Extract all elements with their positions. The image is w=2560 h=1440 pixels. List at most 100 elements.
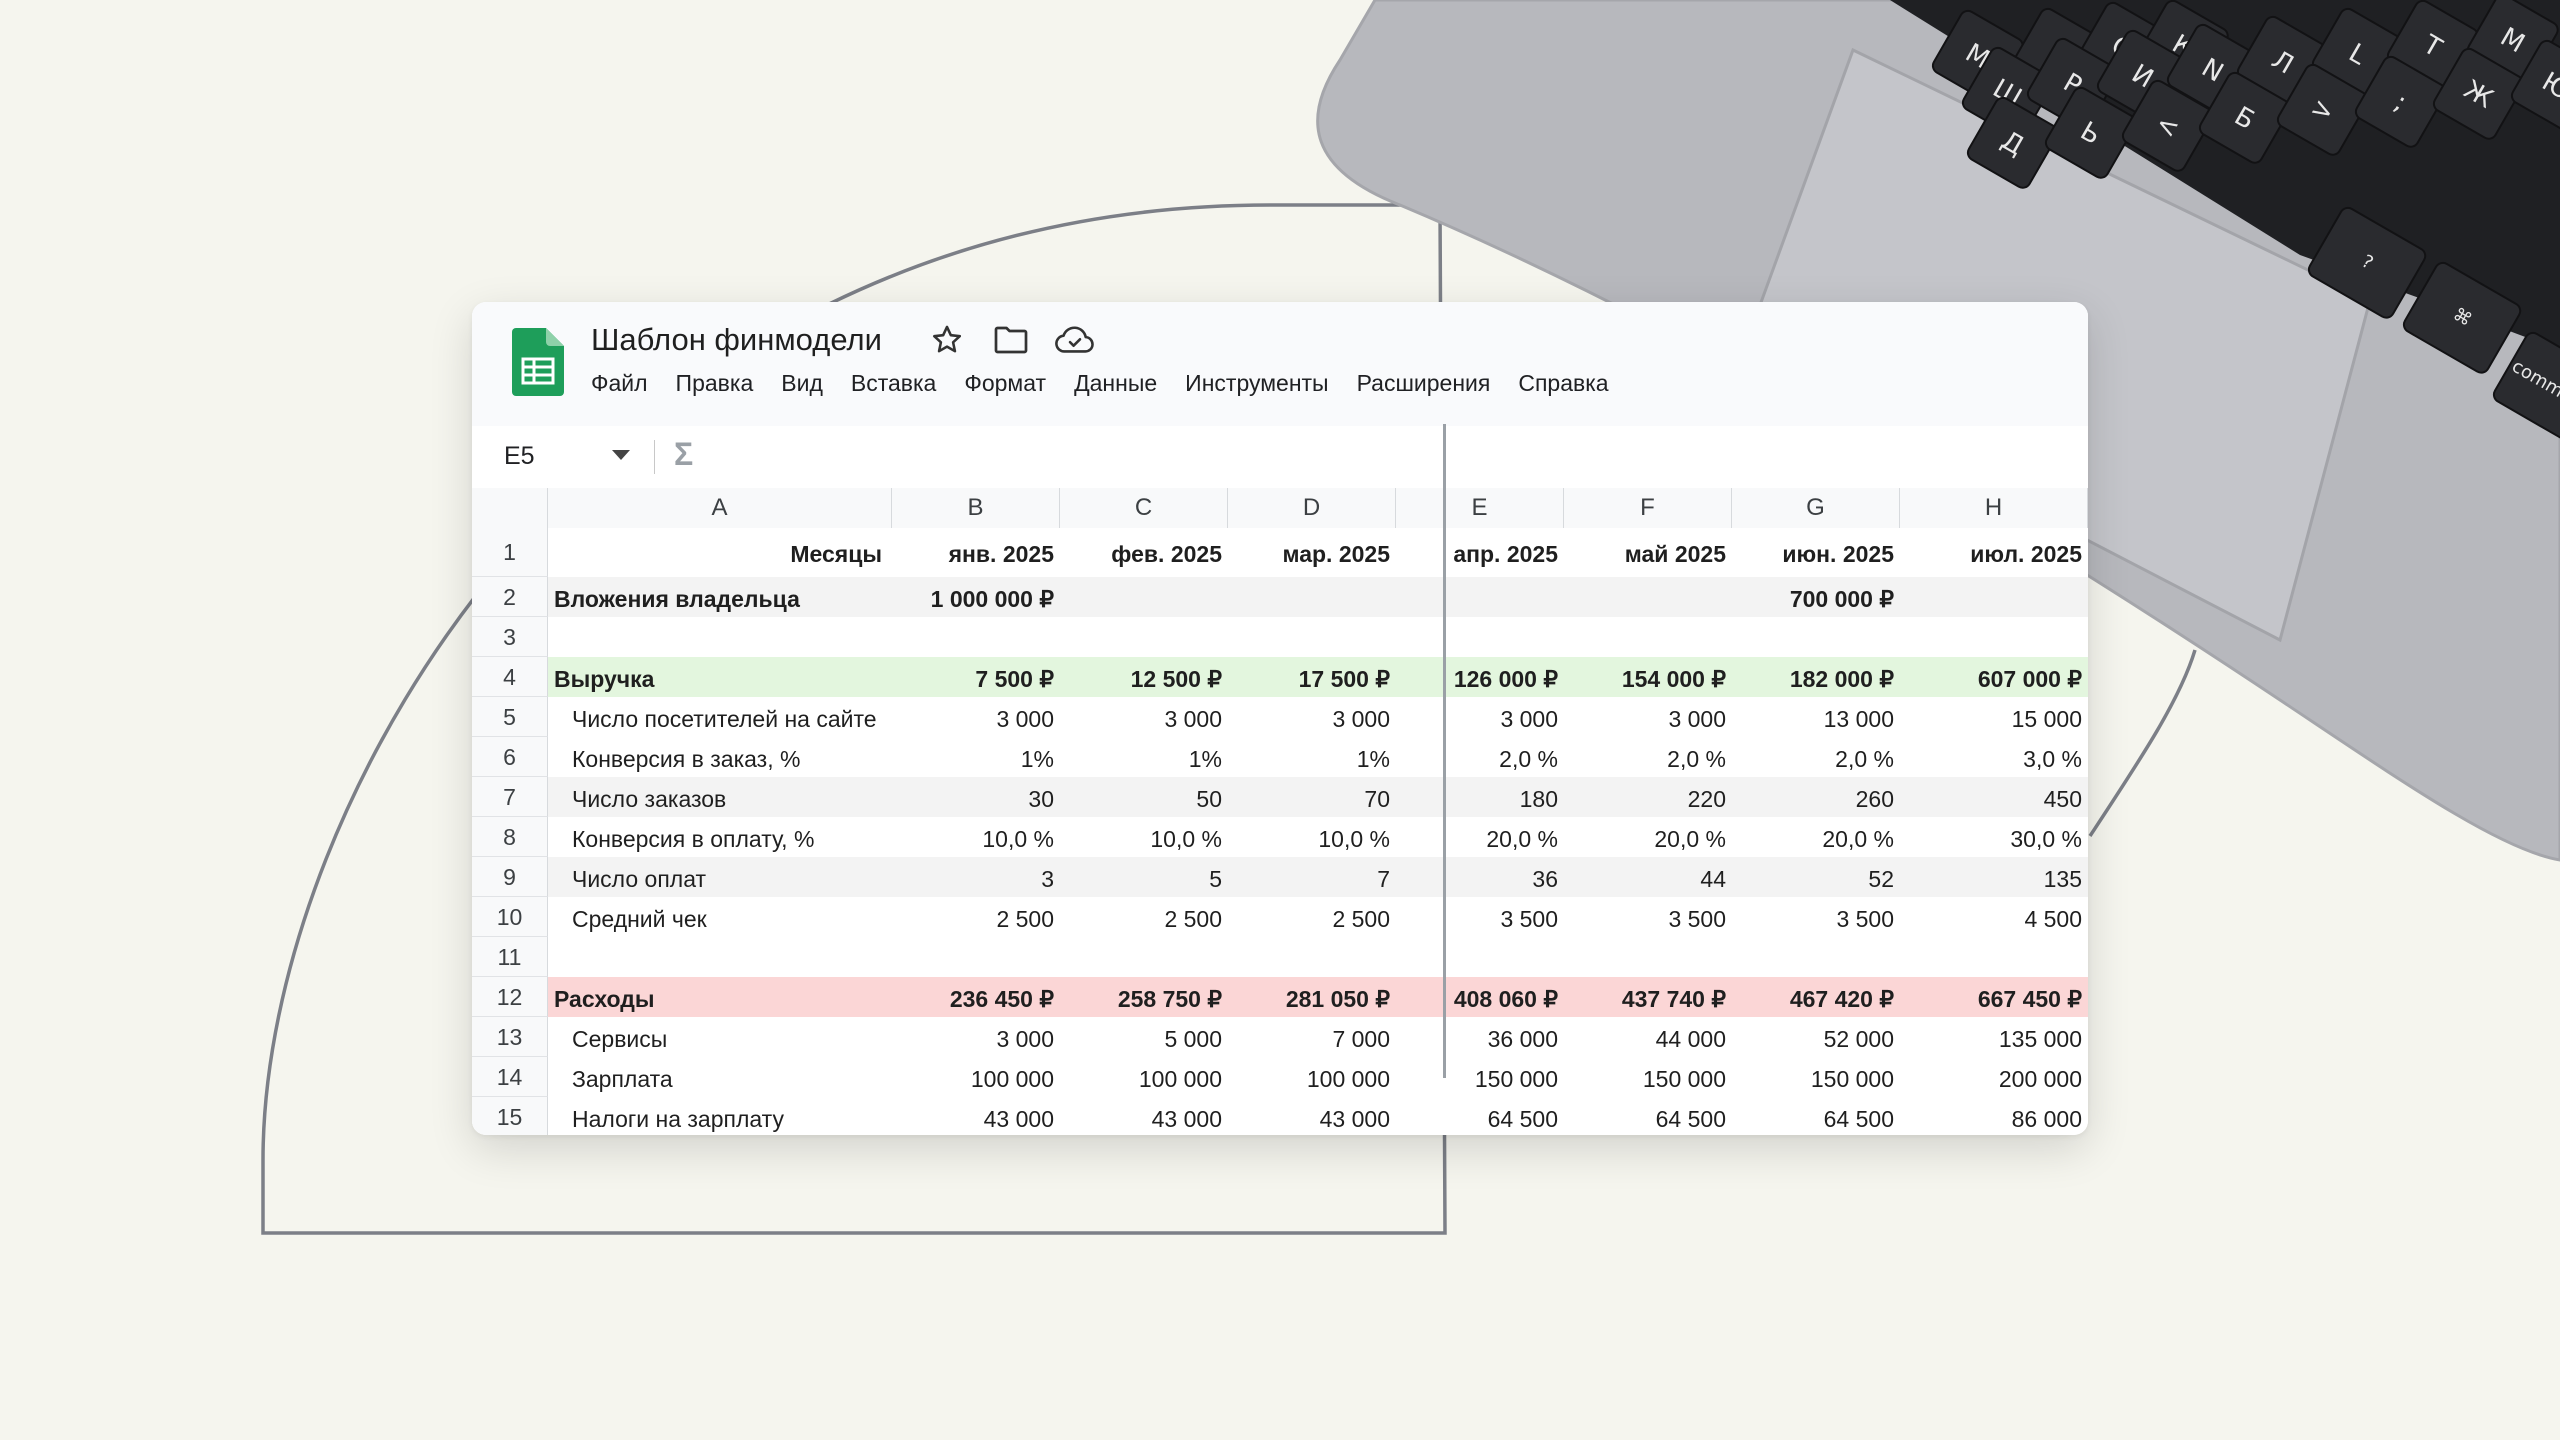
data-cell-g2[interactable]: 700 000 ₽ [1732, 577, 1900, 617]
data-cell-f7[interactable]: 220 [1564, 777, 1732, 817]
data-cell-e7[interactable]: 180 [1396, 777, 1564, 817]
column-header-c[interactable]: C [1060, 488, 1228, 528]
row-label-cell[interactable]: Число заказов [548, 777, 892, 817]
data-cell-b15[interactable]: 43 000 [892, 1097, 1060, 1135]
row-number[interactable]: 10 [472, 897, 548, 937]
row-number[interactable]: 5 [472, 697, 548, 737]
menu-format[interactable]: Формат [964, 370, 1046, 397]
row-label-cell[interactable]: Средний чек [548, 897, 892, 937]
data-cell-f14[interactable]: 150 000 [1564, 1057, 1732, 1097]
frozen-columns-divider[interactable] [1443, 424, 1446, 1078]
row-label-cell[interactable]: Месяцы [548, 528, 892, 577]
data-cell-h15[interactable]: 86 000 [1900, 1097, 2088, 1135]
row-number[interactable]: 3 [472, 617, 548, 657]
data-cell-h13[interactable]: 135 000 [1900, 1017, 2088, 1057]
data-cell-c13[interactable]: 5 000 [1060, 1017, 1228, 1057]
data-cell-g4[interactable]: 182 000 ₽ [1732, 657, 1900, 697]
data-cell-g6[interactable]: 2,0 % [1732, 737, 1900, 777]
data-cell-e12[interactable]: 408 060 ₽ [1396, 977, 1564, 1017]
menu-insert[interactable]: Вставка [851, 370, 937, 397]
data-cell-d14[interactable]: 100 000 [1228, 1057, 1396, 1097]
row-label-cell[interactable] [548, 617, 892, 657]
data-cell-b12[interactable]: 236 450 ₽ [892, 977, 1060, 1017]
data-cell-f15[interactable]: 64 500 [1564, 1097, 1732, 1135]
data-cell-g11[interactable] [1732, 937, 1900, 977]
data-cell-e4[interactable]: 126 000 ₽ [1396, 657, 1564, 697]
data-cell-b8[interactable]: 10,0 % [892, 817, 1060, 857]
row-label-cell[interactable]: Расходы [548, 977, 892, 1017]
data-cell-b11[interactable] [892, 937, 1060, 977]
data-cell-b4[interactable]: 7 500 ₽ [892, 657, 1060, 697]
row-number[interactable]: 6 [472, 737, 548, 777]
data-cell-h12[interactable]: 667 450 ₽ [1900, 977, 2088, 1017]
data-cell-f5[interactable]: 3 000 [1564, 697, 1732, 737]
data-cell-h1[interactable]: июл. 2025 [1900, 528, 2088, 577]
data-cell-d1[interactable]: мар. 2025 [1228, 528, 1396, 577]
data-cell-f11[interactable] [1564, 937, 1732, 977]
data-cell-d15[interactable]: 43 000 [1228, 1097, 1396, 1135]
data-cell-h5[interactable]: 15 000 [1900, 697, 2088, 737]
data-cell-b10[interactable]: 2 500 [892, 897, 1060, 937]
data-cell-e11[interactable] [1396, 937, 1564, 977]
data-cell-d6[interactable]: 1% [1228, 737, 1396, 777]
data-cell-b13[interactable]: 3 000 [892, 1017, 1060, 1057]
data-cell-g7[interactable]: 260 [1732, 777, 1900, 817]
data-cell-b14[interactable]: 100 000 [892, 1057, 1060, 1097]
data-cell-b5[interactable]: 3 000 [892, 697, 1060, 737]
column-header-f[interactable]: F [1564, 488, 1732, 528]
data-cell-b6[interactable]: 1% [892, 737, 1060, 777]
row-number[interactable]: 2 [472, 577, 548, 617]
data-cell-h2[interactable] [1900, 577, 2088, 617]
row-number[interactable]: 13 [472, 1017, 548, 1057]
data-cell-h10[interactable]: 4 500 [1900, 897, 2088, 937]
data-cell-d5[interactable]: 3 000 [1228, 697, 1396, 737]
data-cell-e15[interactable]: 64 500 [1396, 1097, 1564, 1135]
data-cell-b9[interactable]: 3 [892, 857, 1060, 897]
menu-help[interactable]: Справка [1518, 370, 1608, 397]
data-cell-f8[interactable]: 20,0 % [1564, 817, 1732, 857]
data-cell-e1[interactable]: апр. 2025 [1396, 528, 1564, 577]
data-cell-d9[interactable]: 7 [1228, 857, 1396, 897]
data-cell-b2[interactable]: 1 000 000 ₽ [892, 577, 1060, 617]
data-cell-h7[interactable]: 450 [1900, 777, 2088, 817]
data-cell-e6[interactable]: 2,0 % [1396, 737, 1564, 777]
data-cell-d12[interactable]: 281 050 ₽ [1228, 977, 1396, 1017]
data-cell-g9[interactable]: 52 [1732, 857, 1900, 897]
data-cell-e8[interactable]: 20,0 % [1396, 817, 1564, 857]
star-icon[interactable] [927, 320, 967, 360]
data-cell-f9[interactable]: 44 [1564, 857, 1732, 897]
data-cell-g10[interactable]: 3 500 [1732, 897, 1900, 937]
data-cell-e13[interactable]: 36 000 [1396, 1017, 1564, 1057]
document-title[interactable]: Шаблон финмодели [591, 322, 882, 358]
data-cell-c3[interactable] [1060, 617, 1228, 657]
data-cell-h8[interactable]: 30,0 % [1900, 817, 2088, 857]
data-cell-d3[interactable] [1228, 617, 1396, 657]
row-number[interactable]: 8 [472, 817, 548, 857]
data-cell-e5[interactable]: 3 000 [1396, 697, 1564, 737]
data-cell-h3[interactable] [1900, 617, 2088, 657]
row-label-cell[interactable]: Сервисы [548, 1017, 892, 1057]
data-cell-b3[interactable] [892, 617, 1060, 657]
row-number[interactable]: 15 [472, 1097, 548, 1135]
row-label-cell[interactable]: Налоги на зарплату [548, 1097, 892, 1135]
data-cell-f4[interactable]: 154 000 ₽ [1564, 657, 1732, 697]
data-cell-g8[interactable]: 20,0 % [1732, 817, 1900, 857]
row-number[interactable]: 12 [472, 977, 548, 1017]
data-cell-f13[interactable]: 44 000 [1564, 1017, 1732, 1057]
data-cell-g13[interactable]: 52 000 [1732, 1017, 1900, 1057]
data-cell-d7[interactable]: 70 [1228, 777, 1396, 817]
row-number[interactable]: 11 [472, 937, 548, 977]
data-cell-f10[interactable]: 3 500 [1564, 897, 1732, 937]
data-cell-f1[interactable]: май 2025 [1564, 528, 1732, 577]
row-label-cell[interactable]: Вложения владельца [548, 577, 892, 617]
data-cell-f12[interactable]: 437 740 ₽ [1564, 977, 1732, 1017]
data-cell-b1[interactable]: янв. 2025 [892, 528, 1060, 577]
cloud-icon[interactable] [1055, 320, 1095, 360]
data-cell-g14[interactable]: 150 000 [1732, 1057, 1900, 1097]
data-cell-g15[interactable]: 64 500 [1732, 1097, 1900, 1135]
data-cell-e9[interactable]: 36 [1396, 857, 1564, 897]
menu-extensions[interactable]: Расширения [1357, 370, 1491, 397]
data-cell-h9[interactable]: 135 [1900, 857, 2088, 897]
column-header-e[interactable]: E [1396, 488, 1564, 528]
data-cell-h6[interactable]: 3,0 % [1900, 737, 2088, 777]
